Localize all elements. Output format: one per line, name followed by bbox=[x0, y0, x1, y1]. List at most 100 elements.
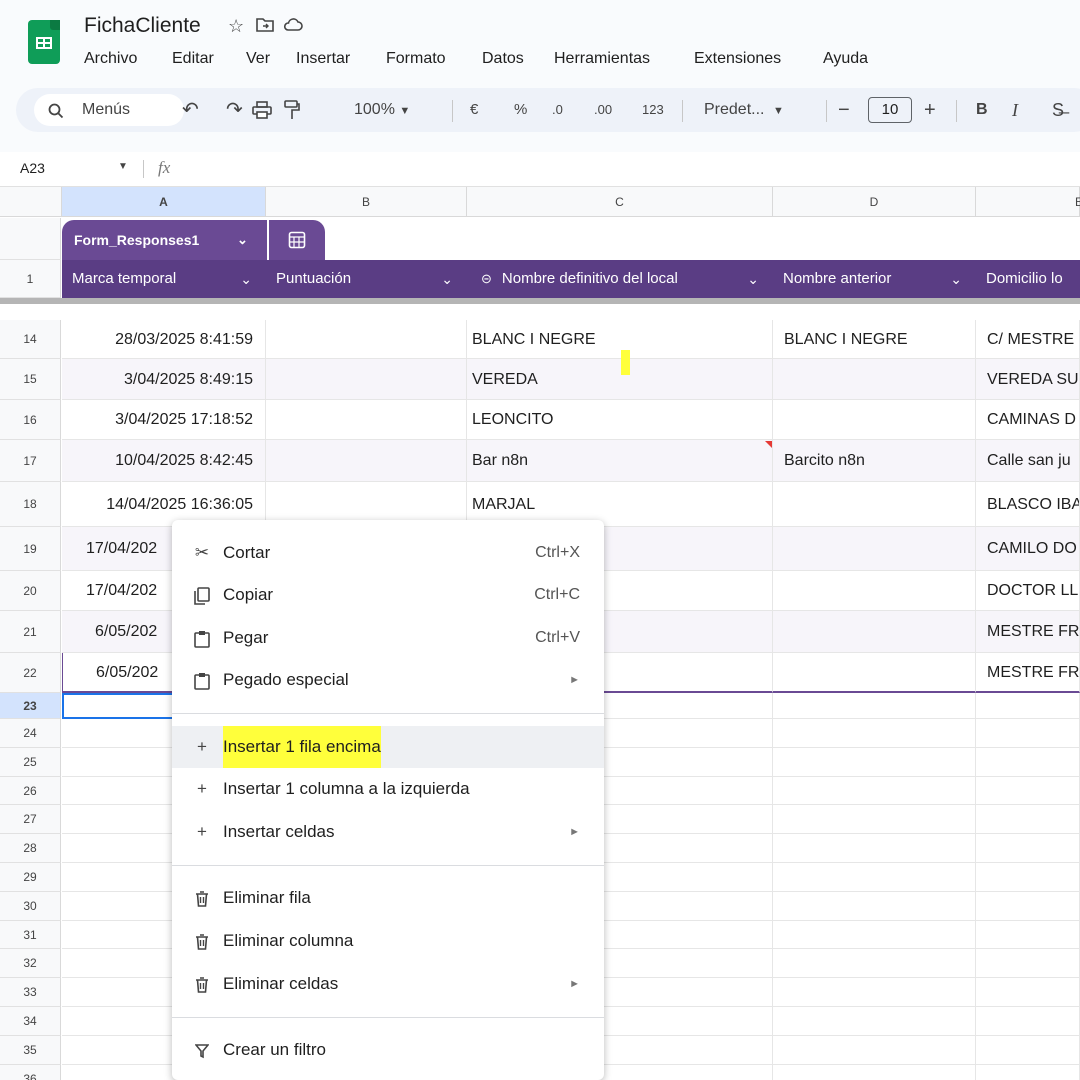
cell-e20[interactable]: DOCTOR LL bbox=[976, 571, 1080, 611]
cell-e27[interactable] bbox=[976, 805, 1080, 835]
cell-e16[interactable]: CAMINAS D bbox=[976, 400, 1080, 440]
row-header-30[interactable]: 30 bbox=[0, 891, 61, 921]
cell-e23[interactable] bbox=[976, 693, 1080, 719]
menu-herramientas[interactable]: Herramientas bbox=[554, 50, 650, 68]
row-header-17[interactable]: 17 bbox=[0, 440, 61, 482]
cell-e26[interactable] bbox=[976, 776, 1080, 806]
row-header-24[interactable]: 24 bbox=[0, 719, 61, 748]
row-header-27[interactable]: 27 bbox=[0, 805, 61, 835]
cloud-status-icon[interactable] bbox=[283, 16, 303, 37]
menu-item-delete-row[interactable]: Eliminar fila bbox=[172, 877, 604, 919]
menu-ayuda[interactable]: Ayuda bbox=[823, 50, 868, 68]
cell-e21[interactable]: MESTRE FR bbox=[976, 611, 1080, 653]
cell-e35[interactable] bbox=[976, 1035, 1080, 1065]
increase-decimals-button[interactable]: .00 bbox=[594, 88, 612, 132]
cell-e14[interactable]: C/ MESTRE bbox=[976, 320, 1080, 359]
row-header-1[interactable]: 1 bbox=[0, 260, 61, 298]
paint-format-icon[interactable] bbox=[284, 88, 300, 132]
column-header-d[interactable]: D bbox=[773, 187, 976, 217]
cell-d30[interactable] bbox=[773, 891, 976, 921]
star-icon[interactable]: ☆ bbox=[228, 16, 244, 37]
row-header-16[interactable]: 16 bbox=[0, 400, 61, 440]
row-header-22[interactable]: 22 bbox=[0, 653, 61, 693]
cell-b16[interactable] bbox=[266, 400, 467, 440]
cell-d24[interactable] bbox=[773, 719, 976, 748]
menu-item-create-filter[interactable]: Crear un filtro bbox=[172, 1029, 604, 1071]
cell-e29[interactable] bbox=[976, 863, 1080, 892]
cell-d32[interactable] bbox=[773, 949, 976, 979]
table-column-header-nombre-definitivo[interactable]: ⊝ Nombre definitivo del local ⌄ bbox=[467, 260, 773, 298]
cell-b17[interactable] bbox=[266, 440, 467, 482]
percent-format-button[interactable]: % bbox=[514, 88, 527, 132]
cell-e32[interactable] bbox=[976, 949, 1080, 979]
column-header-a[interactable]: A bbox=[62, 187, 266, 217]
table-column-header-nombre-anterior[interactable]: Nombre anterior ⌄ bbox=[773, 260, 976, 298]
cell-e33[interactable] bbox=[976, 978, 1080, 1007]
cell-c14[interactable]: BLANC I NEGRE bbox=[467, 320, 773, 359]
move-to-folder-icon[interactable] bbox=[256, 16, 274, 37]
menu-formato[interactable]: Formato bbox=[386, 50, 446, 68]
menu-item-delete-cells[interactable]: Eliminar celdas ► bbox=[172, 963, 604, 1005]
font-size-input[interactable]: 10 bbox=[868, 97, 912, 123]
chevron-down-icon[interactable]: ▼ bbox=[118, 161, 128, 172]
cell-b15[interactable] bbox=[266, 359, 467, 400]
print-icon[interactable] bbox=[252, 88, 272, 132]
chevron-down-icon[interactable]: ⌄ bbox=[950, 260, 962, 298]
column-header-b[interactable]: B bbox=[266, 187, 467, 217]
table-column-header-puntuacion[interactable]: Puntuación ⌄ bbox=[266, 260, 467, 298]
cell-d21[interactable] bbox=[773, 611, 976, 653]
cell-d34[interactable] bbox=[773, 1007, 976, 1036]
cell-d29[interactable] bbox=[773, 863, 976, 892]
cell-e25[interactable] bbox=[976, 747, 1080, 777]
decrease-font-size-button[interactable]: − bbox=[838, 88, 850, 132]
redo-icon[interactable]: ↷ bbox=[226, 88, 243, 132]
cell-a17[interactable]: 10/04/2025 8:42:45 bbox=[62, 440, 266, 482]
cell-d36[interactable] bbox=[773, 1064, 976, 1080]
cell-c16[interactable]: LEONCITO bbox=[467, 400, 773, 440]
cell-e15[interactable]: VEREDA SU bbox=[976, 359, 1080, 400]
cell-c15[interactable]: VEREDA bbox=[467, 359, 773, 400]
more-formats-button[interactable]: 123 bbox=[642, 88, 664, 132]
strikethrough-icon[interactable]: S̶ bbox=[1052, 88, 1064, 132]
table-view-icon[interactable] bbox=[269, 220, 325, 260]
cell-a14[interactable]: 28/03/2025 8:41:59 bbox=[62, 320, 266, 359]
select-all-corner[interactable] bbox=[0, 187, 62, 217]
row-header-25[interactable]: 25 bbox=[0, 747, 61, 777]
cell-e31[interactable] bbox=[976, 920, 1080, 950]
menu-item-insert-column-left[interactable]: + Insertar 1 columna a la izquierda bbox=[172, 768, 604, 810]
column-header-e[interactable]: E bbox=[976, 187, 1080, 217]
name-box[interactable]: A23 bbox=[20, 160, 45, 176]
cell-e34[interactable] bbox=[976, 1007, 1080, 1036]
cell-d25[interactable] bbox=[773, 747, 976, 777]
cell-e36[interactable] bbox=[976, 1064, 1080, 1080]
bold-button[interactable]: B bbox=[976, 88, 988, 132]
row-header-14[interactable]: 14 bbox=[0, 320, 61, 359]
menu-archivo[interactable]: Archivo bbox=[84, 50, 137, 68]
cell-d19[interactable] bbox=[773, 527, 976, 571]
cell-b14[interactable] bbox=[266, 320, 467, 359]
comment-indicator-icon[interactable] bbox=[765, 441, 772, 448]
menu-item-cut[interactable]: ✂ Cortar Ctrl+X bbox=[172, 532, 604, 574]
zoom-select[interactable]: 100% ▼ bbox=[354, 88, 410, 132]
cell-d35[interactable] bbox=[773, 1035, 976, 1065]
menu-item-paste-special[interactable]: Pegado especial ► bbox=[172, 659, 604, 701]
row-header-28[interactable]: 28 bbox=[0, 834, 61, 863]
menu-item-delete-column[interactable]: Eliminar columna bbox=[172, 920, 604, 962]
cell-d18[interactable] bbox=[773, 482, 976, 527]
menu-item-paste[interactable]: Pegar Ctrl+V bbox=[172, 617, 604, 659]
menu-item-copy[interactable]: Copiar Ctrl+C bbox=[172, 574, 604, 616]
cell-d14[interactable]: BLANC I NEGRE bbox=[773, 320, 976, 359]
menu-editar[interactable]: Editar bbox=[172, 50, 214, 68]
row-header-31[interactable]: 31 bbox=[0, 920, 61, 950]
menu-item-insert-cells[interactable]: + Insertar celdas ► bbox=[172, 811, 604, 853]
row-header-32[interactable]: 32 bbox=[0, 949, 61, 979]
cell-d15[interactable] bbox=[773, 359, 976, 400]
table-name-tab[interactable]: Form_Responses1 ⌄ bbox=[62, 220, 267, 260]
cell-e28[interactable] bbox=[976, 834, 1080, 863]
cell-a16[interactable]: 3/04/2025 17:18:52 bbox=[62, 400, 266, 440]
cell-d28[interactable] bbox=[773, 834, 976, 863]
menu-datos[interactable]: Datos bbox=[482, 50, 524, 68]
row-header-33[interactable]: 33 bbox=[0, 978, 61, 1007]
cell-e19[interactable]: CAMILO DO bbox=[976, 527, 1080, 571]
cell-d27[interactable] bbox=[773, 805, 976, 835]
